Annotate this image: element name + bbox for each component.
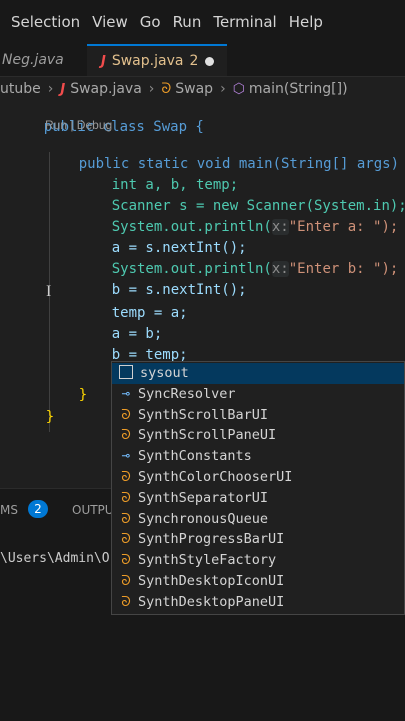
interface-icon: ⊸ [121,448,131,465]
code-line: System.out.println(x:"Enter a: "); [78,196,398,235]
suggestion-item[interactable]: sysout [112,363,404,384]
tab-swap-java[interactable]: J Swap.java 2 [87,44,227,76]
code-line: b = s.nextInt(); [78,259,247,298]
suggestion-label: SynthDesktopPaneUI [138,593,285,610]
code-line: Scanner s = new Scanner(System.in); [78,175,405,214]
suggestion-label: SynthSeparatorUI [138,489,269,506]
menu-run[interactable]: Run [173,13,202,31]
editor-tab-bar: Neg.java J Swap.java 2 [0,44,405,77]
tab-output[interactable]: OUTPU [72,503,114,517]
class-icon: ᘐ [121,510,131,527]
menu-selection[interactable]: Selection [11,13,80,31]
class-icon: ᘐ [161,81,172,97]
menu-go[interactable]: Go [140,13,161,31]
code-line: temp = a; [78,282,188,321]
suggestion-item[interactable]: ᘐ SynthDesktopPaneUI [112,592,404,613]
problem-count-badge: 2 [189,53,199,69]
mouse-ibeam-cursor-icon: I [46,283,52,300]
breadcrumb-method[interactable]: main(String[]) [249,81,348,97]
tab-label: Swap.java [111,53,184,69]
menu-terminal[interactable]: Terminal [213,13,276,31]
suggestion-label: SynthColorChooserUI [138,469,293,485]
suggestion-item[interactable]: ᘐ SynchronousQueue [112,509,404,530]
suggestion-item[interactable]: ᘐ SynthScrollBarUI [112,405,404,426]
class-icon: ᘐ [121,593,131,610]
suggestion-item[interactable]: ᘐ SynthScrollPaneUI [112,425,404,446]
chevron-right-icon: › [220,81,226,97]
tab-label: Neg.java [2,52,64,68]
suggestion-label: SynthScrollBarUI [138,406,269,423]
class-icon: ᘐ [121,552,131,569]
parameter-hint: x: [271,261,289,277]
class-icon: ᘐ [121,406,131,423]
suggestion-label: SynchronousQueue [138,510,269,527]
code-line: } [12,386,54,425]
tab-problems[interactable]: MS [0,503,18,517]
suggestion-item[interactable]: ⊸ SynthConstants [112,446,404,467]
java-file-icon: J [60,81,66,97]
code-line: int a, b, temp; [78,154,238,193]
code-text: } [45,409,55,425]
suggestion-item[interactable]: ᘐ SynthDesktopIconUI [112,571,404,592]
suggestion-item[interactable]: ᘐ SynthProgressBarUI [112,529,404,550]
breadcrumb-folder[interactable]: utube [0,81,41,97]
code-text: "Enter a: "); [288,219,399,235]
menu-bar: Selection View Go Run Terminal Help [0,0,405,44]
class-icon: ᘐ [121,573,131,589]
tab-neg-java[interactable]: Neg.java [0,44,89,76]
codelens-run-debug[interactable]: Run | Debug [45,118,112,132]
method-cube-icon: ⬡ [232,81,245,97]
suggestion-item[interactable]: ᘐ SynthColorChooserUI [112,467,404,488]
suggestion-label: SynthConstants [138,448,252,465]
code-line: b = temp; [78,324,188,363]
menu-view[interactable]: View [92,13,128,31]
interface-icon: ⊸ [121,385,131,402]
menu-help[interactable]: Help [289,13,323,31]
code-text: "Enter b: "); [288,261,399,277]
code-line: a = b; [78,303,163,342]
suggestion-item[interactable]: ⊸ SyncResolver [112,384,404,405]
suggestion-label: SynthStyleFactory [138,552,277,569]
suggestion-item[interactable]: ᘐ SynthStyleFactory [112,550,404,571]
terminal-prompt[interactable]: \Users\Admin\O [0,551,110,566]
code-text: } [78,387,88,403]
class-icon: ᘐ [121,427,131,444]
chevron-right-icon: › [148,81,155,97]
class-icon: ᘐ [121,489,131,506]
snippet-icon [119,365,133,379]
code-line-main: public static void main(String[] args) { [45,133,405,172]
breadcrumb-file[interactable]: Swap.java [70,81,142,97]
unsaved-dot-icon[interactable] [205,56,215,66]
problems-count-badge: 2 [28,500,48,518]
suggestion-label: SynthScrollPaneUI [138,427,277,444]
breadcrumb-class[interactable]: Swap [175,81,213,97]
code-line: a = s.nextInt(); [78,217,247,256]
code-line: } [45,364,87,403]
code-line: System.out.println(x:"Enter b: "); [78,238,398,277]
suggestion-label: SynthProgressBarUI [138,531,285,548]
suggestion-label: SyncResolver [138,385,236,402]
java-file-icon: J [101,53,106,69]
suggestion-label: sysout [140,365,189,381]
suggestion-label: SynthDesktopIconUI [138,573,285,589]
suggestion-item[interactable]: ᘐ SynthSeparatorUI [112,488,404,509]
class-icon: ᘐ [121,531,131,548]
class-icon: ᘐ [121,469,131,485]
autocomplete-suggestions: sysout ⊸ SyncResolver ᘐ SynthScrollBarUI ᘐ Syn… [111,361,405,615]
code-line-class: public class Swap { [10,96,204,135]
parameter-hint: x: [271,219,289,235]
chevron-right-icon: › [47,81,54,97]
